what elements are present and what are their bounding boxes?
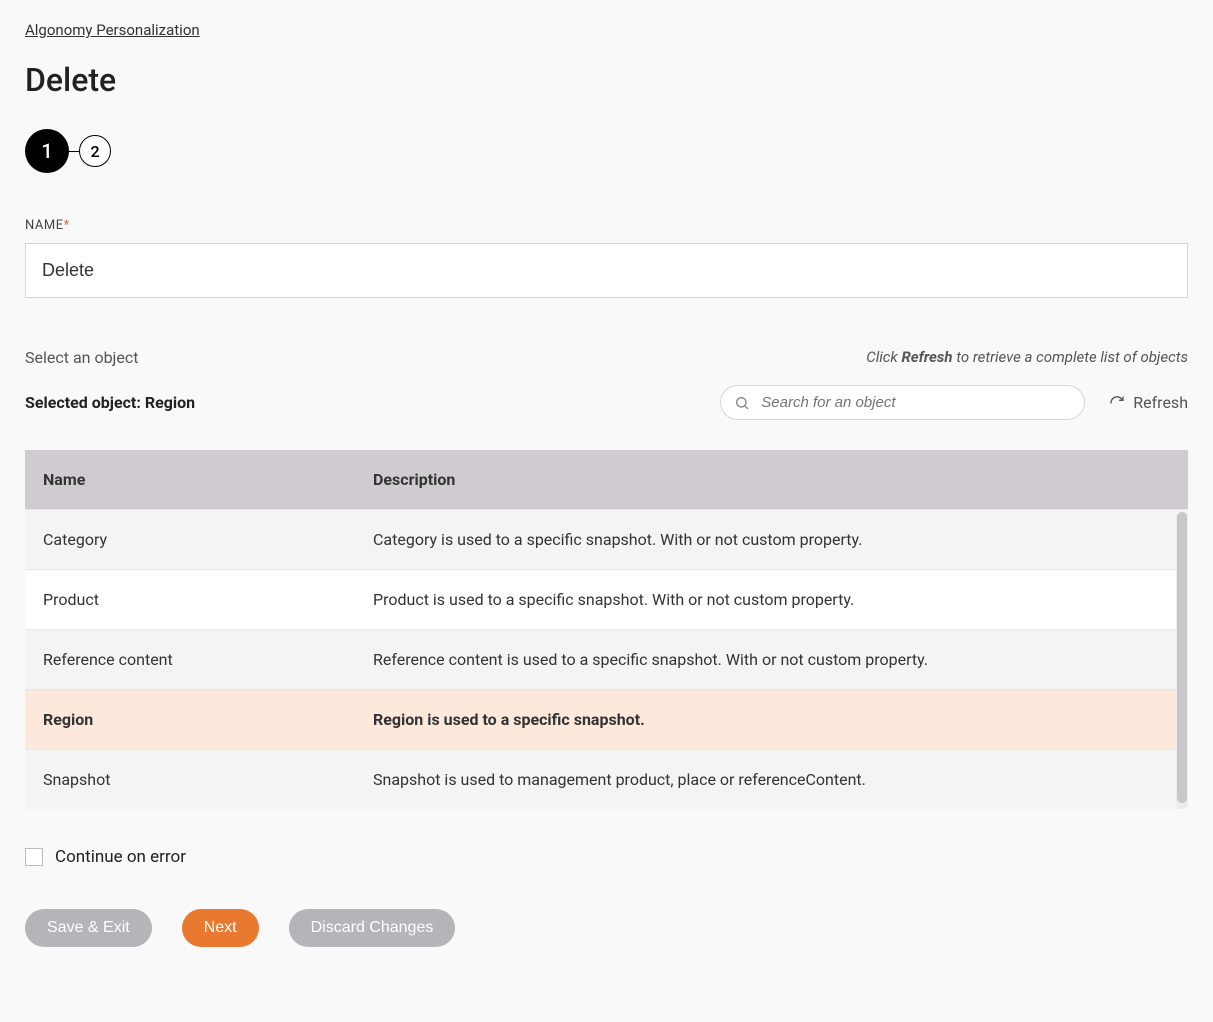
- page-title: Delete: [25, 61, 1188, 99]
- refresh-hint: Click Refresh to retrieve a complete lis…: [866, 348, 1188, 366]
- cell-name: Product: [25, 570, 355, 630]
- table-row[interactable]: Reference contentReference content is us…: [25, 630, 1188, 690]
- cell-description: Reference content is used to a specific …: [355, 630, 1188, 690]
- continue-on-error-label: Continue on error: [55, 847, 186, 867]
- object-table-wrap: Name Description CategoryCategory is use…: [25, 450, 1188, 809]
- cell-name: Category: [25, 510, 355, 570]
- continue-on-error-checkbox[interactable]: [25, 848, 43, 866]
- selected-object-label: Selected object: Region: [25, 393, 195, 412]
- cell-description: Snapshot is used to management product, …: [355, 750, 1188, 810]
- step-connector: [69, 151, 79, 152]
- search-input[interactable]: [720, 385, 1085, 420]
- cell-description: Product is used to a specific snapshot. …: [355, 570, 1188, 630]
- refresh-label: Refresh: [1133, 393, 1188, 412]
- save-exit-button[interactable]: Save & Exit: [25, 909, 152, 947]
- col-header-description[interactable]: Description: [355, 450, 1188, 510]
- cell-name: Reference content: [25, 630, 355, 690]
- cell-description: Category is used to a specific snapshot.…: [355, 510, 1188, 570]
- object-table: Name Description CategoryCategory is use…: [25, 450, 1188, 809]
- col-header-name[interactable]: Name: [25, 450, 355, 510]
- required-asterisk: *: [64, 218, 70, 233]
- select-object-label: Select an object: [25, 348, 138, 367]
- cell-name: Snapshot: [25, 750, 355, 810]
- scrollbar-thumb[interactable]: [1177, 512, 1187, 803]
- discard-changes-button[interactable]: Discard Changes: [289, 909, 456, 947]
- refresh-hint-pre: Click: [866, 348, 901, 366]
- refresh-icon: [1109, 395, 1125, 411]
- stepper: 1 2: [25, 129, 1188, 173]
- table-row[interactable]: CategoryCategory is used to a specific s…: [25, 510, 1188, 570]
- step-1[interactable]: 1: [25, 129, 69, 173]
- cell-name: Region: [25, 690, 355, 750]
- refresh-hint-post: to retrieve a complete list of objects: [953, 348, 1188, 366]
- search-icon: [734, 395, 750, 411]
- scrollbar-track[interactable]: [1176, 512, 1188, 809]
- selected-object-prefix: Selected object:: [25, 393, 145, 412]
- table-row[interactable]: SnapshotSnapshot is used to management p…: [25, 750, 1188, 810]
- breadcrumb-link[interactable]: Algonomy Personalization: [25, 21, 200, 39]
- table-row[interactable]: RegionRegion is used to a specific snaps…: [25, 690, 1188, 750]
- step-2[interactable]: 2: [79, 135, 111, 167]
- name-input[interactable]: [25, 243, 1188, 298]
- selected-object-value: Region: [145, 393, 195, 412]
- table-row[interactable]: ProductProduct is used to a specific sna…: [25, 570, 1188, 630]
- refresh-button[interactable]: Refresh: [1109, 393, 1188, 412]
- name-label-text: NAME: [25, 218, 64, 233]
- refresh-hint-bold: Refresh: [901, 348, 952, 366]
- name-field-label: NAME*: [25, 218, 1188, 233]
- search-wrap: [720, 385, 1085, 420]
- cell-description: Region is used to a specific snapshot.: [355, 690, 1188, 750]
- next-button[interactable]: Next: [182, 909, 259, 947]
